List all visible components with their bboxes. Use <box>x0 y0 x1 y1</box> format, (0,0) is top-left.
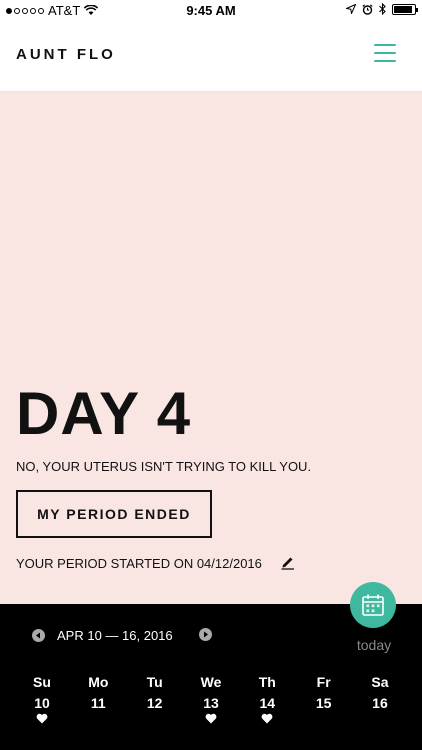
alarm-icon <box>362 3 373 15</box>
calendar-day[interactable]: Su 10 <box>16 674 68 727</box>
calendar-day[interactable]: We 13 <box>185 674 237 727</box>
tagline: NO, YOUR UTERUS ISN'T TRYING TO KILL YOU… <box>16 459 312 474</box>
period-start-text: YOUR PERIOD STARTED ON 04/12/2016 <box>16 556 262 571</box>
day-name: Tu <box>146 674 163 690</box>
week-nav: APR 10 — 16, 2016 <box>32 628 173 643</box>
day-number: 11 <box>90 695 106 711</box>
heart-placeholder <box>354 713 406 727</box>
next-week-button[interactable] <box>199 628 212 641</box>
arrow-right-icon <box>204 631 208 638</box>
week-calendar: APR 10 — 16, 2016 Su 10 Mo 11 Tu 12 We 13 Th 14 Fr… <box>0 604 422 750</box>
menu-button[interactable] <box>374 44 396 62</box>
day-number: 10 <box>34 695 50 711</box>
battery-icon <box>392 3 418 15</box>
app-title: AUNT FLO <box>16 46 116 63</box>
day-name: We <box>200 674 222 690</box>
today-button[interactable] <box>350 582 396 628</box>
day-name: Mo <box>88 674 109 690</box>
edit-start-date-button[interactable] <box>280 554 296 570</box>
day-counter: DAY 4 <box>16 380 192 447</box>
hamburger-icon <box>374 44 396 46</box>
calendar-day[interactable]: Tu 12 <box>129 674 181 727</box>
arrow-left-icon <box>36 632 40 639</box>
day-number: 12 <box>146 695 163 711</box>
period-ended-button[interactable]: MY PERIOD ENDED <box>16 490 212 538</box>
day-name: Fr <box>316 674 331 690</box>
week-days-row: Su 10 Mo 11 Tu 12 We 13 Th 14 Fr 15 Sa 16 <box>16 674 406 727</box>
bluetooth-icon <box>379 3 386 15</box>
day-number: 13 <box>203 695 219 711</box>
day-name: Su <box>33 674 51 690</box>
status-bar: AT&T 9:45 AM <box>0 0 422 22</box>
heart-icon <box>241 713 293 727</box>
heart-icon <box>16 713 68 727</box>
pencil-icon <box>281 557 294 570</box>
heart-placeholder <box>298 713 350 727</box>
heart-placeholder <box>72 713 124 727</box>
calendar-day[interactable]: Sa 16 <box>354 674 406 727</box>
location-icon <box>346 4 356 14</box>
prev-week-button[interactable] <box>32 629 45 642</box>
day-name: Th <box>258 674 276 690</box>
app-header: AUNT FLO <box>0 22 422 92</box>
day-number: 15 <box>315 695 332 711</box>
calendar-day[interactable]: Mo 11 <box>72 674 124 727</box>
day-number: 16 <box>372 695 388 711</box>
today-label: today <box>356 637 392 653</box>
day-name: Sa <box>371 674 389 690</box>
calendar-day[interactable]: Fr 15 <box>298 674 350 727</box>
week-range-label: APR 10 — 16, 2016 <box>57 628 173 643</box>
calendar-day[interactable]: Th 14 <box>241 674 293 727</box>
battery-fill <box>394 5 412 13</box>
heart-placeholder <box>129 713 181 727</box>
heart-icon <box>185 713 237 727</box>
status-right <box>346 3 418 15</box>
day-number: 14 <box>259 695 276 711</box>
calendar-icon <box>362 594 384 616</box>
period-hero: DAY 4 NO, YOUR UTERUS ISN'T TRYING TO KI… <box>0 92 422 604</box>
